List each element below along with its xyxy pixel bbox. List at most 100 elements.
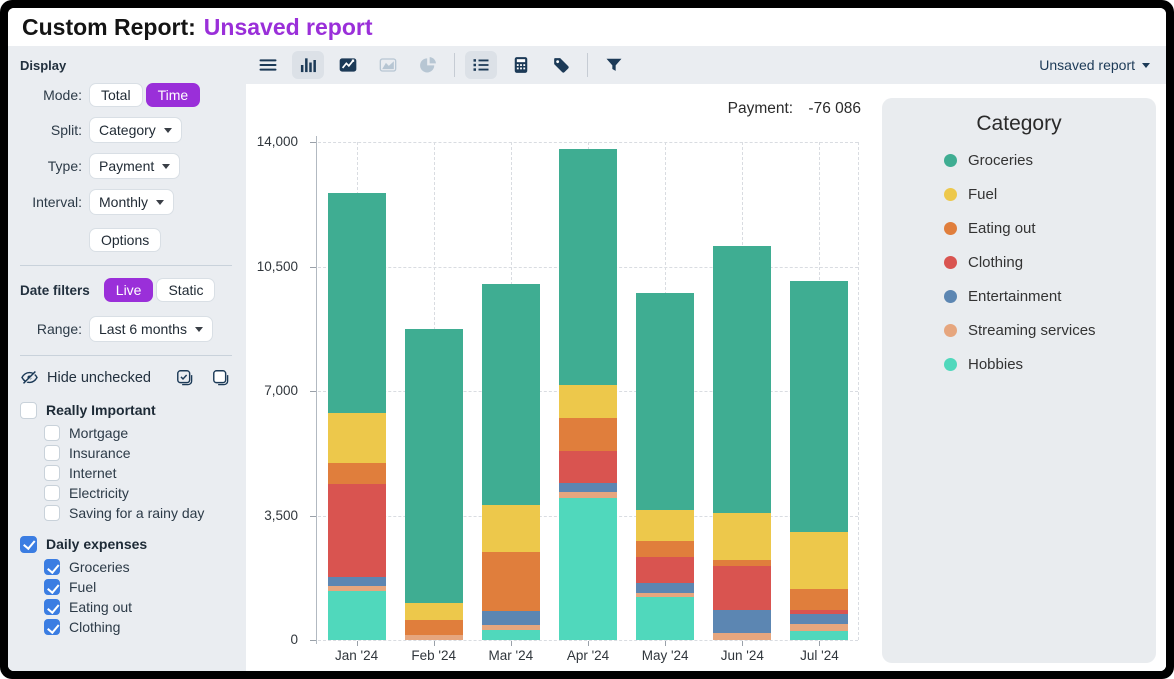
bar-segment[interactable] — [636, 541, 694, 557]
bar-segment[interactable] — [482, 611, 540, 625]
legend-item-label: Streaming services — [968, 322, 1096, 339]
bar-segment[interactable] — [790, 281, 848, 532]
split-select[interactable]: Category — [89, 117, 182, 143]
filter-button[interactable] — [598, 51, 630, 79]
split-select-value: Category — [99, 122, 156, 138]
checkbox[interactable] — [44, 505, 60, 521]
bar-segment[interactable] — [790, 631, 848, 640]
checkbox-row: Mortgage — [44, 423, 246, 443]
bar-segment[interactable] — [328, 591, 386, 640]
stacked-bar[interactable] — [405, 329, 463, 640]
checkbox[interactable] — [44, 579, 60, 595]
checkbox[interactable] — [44, 599, 60, 615]
bar-segment[interactable] — [559, 418, 617, 451]
stacked-bar[interactable] — [636, 293, 694, 640]
stacked-bar[interactable] — [790, 281, 848, 640]
y-axis-labels: 03,5007,00010,50014,000 — [246, 142, 308, 640]
checkbox[interactable] — [44, 485, 60, 501]
type-select-value: Payment — [99, 158, 154, 174]
legend-item[interactable]: Clothing — [944, 254, 1156, 271]
checkbox[interactable] — [20, 402, 37, 419]
interval-select[interactable]: Monthly — [89, 189, 174, 215]
select-all-icon[interactable] — [175, 368, 194, 387]
bar-segment[interactable] — [559, 149, 617, 386]
y-axis-tick — [310, 516, 316, 517]
bar-segment[interactable] — [713, 566, 771, 611]
report-selector[interactable]: Unsaved report — [1039, 57, 1150, 73]
bar-segment[interactable] — [790, 589, 848, 609]
checkbox[interactable] — [44, 559, 60, 575]
bar-segment[interactable] — [713, 633, 771, 640]
bar-segment[interactable] — [636, 557, 694, 583]
bar-segment[interactable] — [790, 614, 848, 624]
stacked-bar[interactable] — [482, 284, 540, 640]
bar-segment[interactable] — [713, 513, 771, 561]
tags-button[interactable] — [545, 51, 577, 79]
bar-segment[interactable] — [636, 583, 694, 593]
bar-segment[interactable] — [328, 413, 386, 463]
bar-segment[interactable] — [328, 463, 386, 484]
legend-item[interactable]: Entertainment — [944, 288, 1156, 305]
bar-segment[interactable] — [636, 510, 694, 541]
bar-segment[interactable] — [790, 532, 848, 590]
date-static-button[interactable]: Static — [156, 278, 215, 302]
deselect-all-icon[interactable] — [211, 368, 230, 387]
range-select[interactable]: Last 6 months — [89, 316, 213, 342]
bar-segment[interactable] — [636, 293, 694, 510]
legend-item[interactable]: Fuel — [944, 186, 1156, 203]
bar-segment[interactable] — [559, 451, 617, 483]
legend-item[interactable]: Eating out — [944, 220, 1156, 237]
stacked-bar[interactable] — [713, 246, 771, 640]
bar-segment[interactable] — [482, 284, 540, 505]
checkbox-row: Internet — [44, 463, 246, 483]
checkbox[interactable] — [44, 445, 60, 461]
chart-toolbar: Unsaved report — [246, 46, 1166, 84]
mode-time-button[interactable]: Time — [146, 83, 201, 107]
bar-chart-view-button[interactable] — [292, 51, 324, 79]
checkbox[interactable] — [44, 619, 60, 635]
stacked-bar[interactable] — [559, 149, 617, 640]
options-button[interactable]: Options — [89, 228, 161, 252]
bar-segment[interactable] — [328, 484, 386, 577]
bar-segment[interactable] — [482, 505, 540, 552]
bar-segment[interactable] — [559, 483, 617, 492]
list-icon — [471, 55, 491, 75]
x-axis-tick — [588, 641, 589, 646]
type-label: Type: — [20, 158, 82, 174]
x-axis-tick-label: May '24 — [625, 648, 705, 663]
legend-item[interactable]: Hobbies — [944, 356, 1156, 373]
bar-segment[interactable] — [559, 498, 617, 640]
calculator-button[interactable] — [505, 51, 537, 79]
legend-item[interactable]: Groceries — [944, 152, 1156, 169]
toolbar-separator — [587, 53, 588, 77]
checkbox[interactable] — [44, 425, 60, 441]
bar-segment[interactable] — [636, 597, 694, 640]
bar-segment[interactable] — [328, 193, 386, 414]
date-live-button[interactable]: Live — [104, 278, 154, 302]
payment-label: Payment: — [728, 100, 793, 117]
bar-segment[interactable] — [559, 385, 617, 418]
plot-area: Jan '24Feb '24Mar '24Apr '24May '24Jun '… — [318, 142, 858, 640]
checkbox[interactable] — [44, 465, 60, 481]
checkbox[interactable] — [20, 536, 37, 553]
bar-segment[interactable] — [713, 246, 771, 513]
stacked-bar[interactable] — [328, 193, 386, 640]
bar-segment[interactable] — [482, 630, 540, 640]
bar-segment[interactable] — [405, 603, 463, 620]
bar-segment[interactable] — [328, 577, 386, 586]
mode-total-button[interactable]: Total — [89, 83, 143, 107]
bar-segment[interactable] — [405, 329, 463, 603]
menu-button[interactable] — [252, 51, 284, 79]
line-chart-view-button[interactable] — [332, 51, 364, 79]
checkbox-label: Clothing — [69, 619, 120, 635]
pie-chart-view-button[interactable] — [412, 51, 444, 79]
legend-item[interactable]: Streaming services — [944, 322, 1156, 339]
bar-segment[interactable] — [713, 610, 771, 633]
bar-segment[interactable] — [405, 635, 463, 640]
page-title: Custom Report: — [22, 14, 196, 41]
list-view-button[interactable] — [465, 51, 497, 79]
type-select[interactable]: Payment — [89, 153, 180, 179]
bar-segment[interactable] — [482, 552, 540, 611]
bar-segment[interactable] — [405, 620, 463, 635]
area-chart-view-button[interactable] — [372, 51, 404, 79]
